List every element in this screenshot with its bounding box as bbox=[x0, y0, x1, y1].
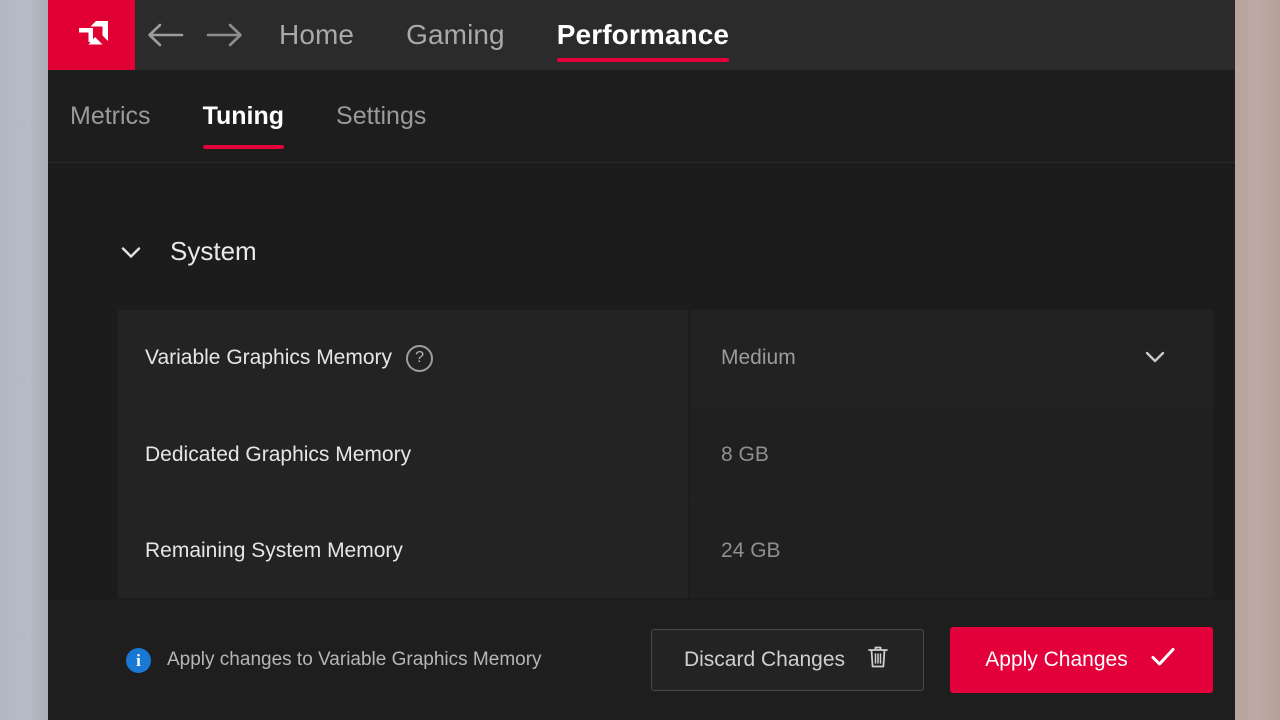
amd-logo-icon bbox=[72, 15, 112, 55]
row-value-text: 24 GB bbox=[721, 538, 781, 562]
notice-text: Apply changes to Variable Graphics Memor… bbox=[167, 649, 542, 670]
screenshot-root: Home Gaming Performance Metrics Tuning S… bbox=[0, 0, 1280, 720]
top-navigation-bar: Home Gaming Performance bbox=[48, 0, 1235, 70]
sub-nav-label: Tuning bbox=[202, 102, 285, 130]
frame-edge-right bbox=[1235, 0, 1280, 720]
sub-nav-label: Metrics bbox=[70, 102, 151, 130]
top-nav-label: Home bbox=[279, 19, 355, 50]
info-glyph: i bbox=[136, 650, 141, 670]
apply-changes-label: Apply Changes bbox=[985, 648, 1128, 671]
variable-graphics-memory-dropdown[interactable]: Medium bbox=[690, 310, 1213, 406]
dedicated-graphics-memory-value: 8 GB bbox=[690, 406, 1213, 502]
row-label-variable-graphics-memory: Variable Graphics Memory ? bbox=[118, 310, 688, 406]
sub-nav-label: Settings bbox=[336, 102, 427, 130]
system-section-header[interactable]: System bbox=[118, 236, 257, 267]
settings-rows: Variable Graphics Memory ? Medium Dedica… bbox=[118, 310, 1213, 598]
sub-navigation-bar: Metrics Tuning Settings bbox=[48, 70, 1235, 163]
top-nav-items: Home Gaming Performance bbox=[279, 0, 781, 70]
help-glyph: ? bbox=[415, 349, 424, 366]
forward-button[interactable] bbox=[195, 0, 255, 70]
amd-logo-button[interactable] bbox=[48, 0, 135, 70]
top-nav-label: Performance bbox=[556, 19, 730, 50]
action-bar: i Apply changes to Variable Graphics Mem… bbox=[48, 600, 1235, 720]
sub-nav-item-metrics[interactable]: Metrics bbox=[70, 70, 151, 163]
row-label-text: Variable Graphics Memory bbox=[145, 346, 393, 369]
apply-changes-button[interactable]: Apply Changes bbox=[950, 627, 1213, 693]
checkmark-icon bbox=[1148, 644, 1178, 676]
discard-changes-label: Discard Changes bbox=[683, 648, 846, 671]
dropdown-selected-value: Medium bbox=[721, 346, 796, 369]
question-mark-icon[interactable]: ? bbox=[406, 344, 434, 372]
arrow-left-icon bbox=[144, 20, 186, 50]
row-label-text: Remaining System Memory bbox=[145, 538, 403, 562]
action-buttons: Discard Changes Apply Changes bbox=[651, 627, 1213, 693]
top-nav-item-performance[interactable]: Performance bbox=[556, 0, 730, 70]
frame-edge-left bbox=[0, 0, 48, 720]
top-nav-item-home[interactable]: Home bbox=[279, 0, 354, 70]
amd-software-window: Home Gaming Performance Metrics Tuning S… bbox=[48, 0, 1235, 720]
row-label-remaining-system-memory: Remaining System Memory bbox=[118, 502, 688, 598]
top-nav-label: Gaming bbox=[406, 19, 505, 50]
chevron-down-icon[interactable] bbox=[1141, 342, 1169, 375]
back-button[interactable] bbox=[135, 0, 195, 70]
top-nav-item-gaming[interactable]: Gaming bbox=[406, 0, 505, 70]
info-circle-icon: i bbox=[126, 647, 151, 673]
discard-changes-button[interactable]: Discard Changes bbox=[651, 629, 924, 691]
sub-nav-item-tuning[interactable]: Tuning bbox=[202, 70, 285, 163]
table-row: Variable Graphics Memory ? Medium bbox=[118, 310, 1213, 406]
row-label-dedicated-graphics-memory: Dedicated Graphics Memory bbox=[118, 406, 688, 502]
row-value-text: 8 GB bbox=[721, 442, 769, 466]
section-title: System bbox=[170, 236, 257, 266]
tuning-content-area: System Variable Graphics Memory ? Medium bbox=[48, 164, 1235, 720]
remaining-system-memory-value: 24 GB bbox=[690, 502, 1213, 598]
pending-changes-notice: i Apply changes to Variable Graphics Mem… bbox=[126, 647, 542, 673]
sub-nav-item-settings[interactable]: Settings bbox=[336, 70, 426, 163]
table-row: Dedicated Graphics Memory 8 GB bbox=[118, 406, 1213, 502]
row-label-text: Dedicated Graphics Memory bbox=[145, 442, 412, 466]
trash-icon bbox=[865, 643, 891, 677]
chevron-down-icon[interactable] bbox=[118, 239, 144, 265]
arrow-right-icon bbox=[204, 20, 246, 50]
table-row: Remaining System Memory 24 GB bbox=[118, 502, 1213, 598]
